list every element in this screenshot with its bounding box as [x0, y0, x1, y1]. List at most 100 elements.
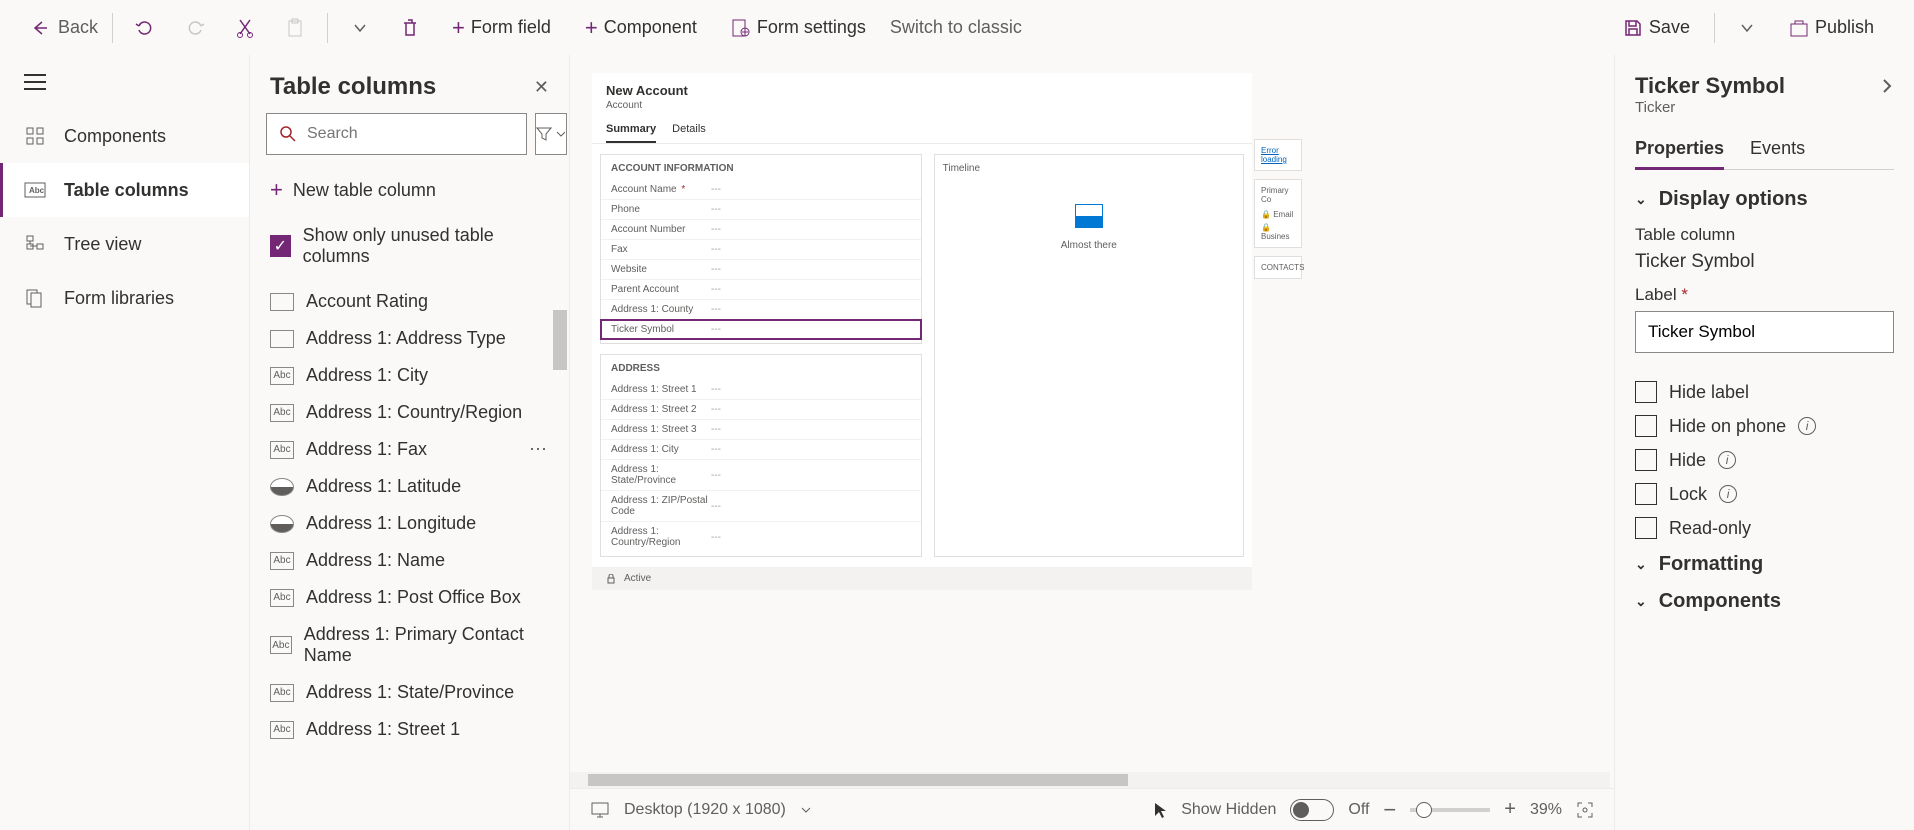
show-hidden-toggle[interactable] — [1290, 799, 1334, 821]
form-preview[interactable]: New Account Account Summary Details ACCO… — [592, 73, 1252, 590]
label-input[interactable] — [1635, 311, 1894, 353]
display-options-header[interactable]: ⌄ Display options — [1635, 188, 1894, 211]
zoom-in-button[interactable]: + — [1504, 798, 1516, 821]
undo-button[interactable] — [127, 10, 163, 46]
nav-components[interactable]: Components — [0, 109, 249, 163]
tab-properties[interactable]: Properties — [1635, 130, 1724, 170]
form-field[interactable]: Address 1: County--- — [601, 300, 921, 320]
zoom-out-button[interactable]: − — [1383, 797, 1396, 823]
info-icon[interactable]: i — [1718, 451, 1736, 469]
chevron-down-icon — [1740, 21, 1754, 35]
column-item[interactable]: AbcAddress 1: Street 1 — [250, 711, 569, 748]
info-icon[interactable]: i — [1798, 417, 1816, 435]
show-unused-checkbox-row[interactable]: ✓ Show only unused table columns — [250, 213, 569, 283]
field-value: --- — [711, 244, 721, 255]
delete-button[interactable] — [392, 10, 428, 46]
lock-row[interactable]: Lock i — [1635, 483, 1894, 505]
form-field[interactable]: Address 1: Street 2--- — [601, 400, 921, 420]
nav-form-libraries[interactable]: Form libraries — [0, 271, 249, 325]
hide-row[interactable]: Hide i — [1635, 449, 1894, 471]
new-table-column-button[interactable]: + New table column — [250, 167, 569, 213]
close-panel-button[interactable]: ✕ — [534, 77, 549, 98]
formatting-header[interactable]: ⌄ Formatting — [1635, 553, 1894, 576]
column-item[interactable]: AbcAddress 1: Post Office Box — [250, 579, 569, 616]
form-title: New Account — [592, 73, 1252, 100]
form-field[interactable]: Ticker Symbol--- — [601, 320, 921, 339]
hide-label-row[interactable]: Hide label — [1635, 381, 1894, 403]
form-field[interactable]: Address 1: Street 1--- — [601, 380, 921, 400]
column-item[interactable]: Address 1: Latitude — [250, 468, 569, 505]
save-chevron-button[interactable] — [1729, 10, 1765, 46]
form-field[interactable]: Fax--- — [601, 240, 921, 260]
search-input[interactable] — [307, 125, 514, 143]
status-label: Active — [624, 573, 651, 584]
back-button[interactable]: Back — [30, 17, 98, 38]
form-field[interactable]: Address 1: Street 3--- — [601, 420, 921, 440]
form-field[interactable]: Phone--- — [601, 200, 921, 220]
chevron-down-icon[interactable] — [800, 804, 812, 816]
info-icon[interactable]: i — [1719, 485, 1737, 503]
section-address[interactable]: ADDRESS Address 1: Street 1---Address 1:… — [600, 354, 922, 557]
hide-phone-row[interactable]: Hide on phone i — [1635, 415, 1894, 437]
column-item[interactable]: AbcAddress 1: Country/Region — [250, 394, 569, 431]
search-input-wrapper[interactable] — [266, 113, 527, 155]
nav-table-columns[interactable]: Abc Table columns — [0, 163, 249, 217]
scrollbar-thumb[interactable] — [553, 310, 567, 370]
column-item[interactable]: Account Rating — [250, 283, 569, 320]
form-field[interactable]: Address 1: Country/Region--- — [601, 522, 921, 552]
viewport-label[interactable]: Desktop (1920 x 1080) — [624, 801, 786, 819]
tab-summary[interactable]: Summary — [606, 117, 656, 143]
add-component-button[interactable]: + Component — [575, 15, 707, 41]
column-item[interactable]: AbcAddress 1: Primary Contact Name — [250, 616, 569, 674]
form-field[interactable]: Address 1: City--- — [601, 440, 921, 460]
save-button[interactable]: Save — [1613, 17, 1700, 38]
scrollbar-thumb[interactable] — [588, 774, 1128, 786]
switch-to-classic-link[interactable]: Switch to classic — [890, 17, 1022, 38]
readonly-row[interactable]: Read-only — [1635, 517, 1894, 539]
form-field[interactable]: Address 1: ZIP/Postal Code--- — [601, 491, 921, 522]
hamburger-button[interactable] — [0, 55, 249, 109]
add-form-field-button[interactable]: + Form field — [442, 15, 561, 41]
hide-label-checkbox[interactable] — [1635, 381, 1657, 403]
cut-button[interactable] — [227, 10, 263, 46]
contacts-card[interactable]: CONTACTS — [1254, 256, 1302, 279]
chevron-down-button[interactable] — [342, 10, 378, 46]
hide-checkbox[interactable] — [1635, 449, 1657, 471]
more-icon[interactable]: ⋯ — [529, 439, 549, 460]
hide-phone-checkbox[interactable] — [1635, 415, 1657, 437]
column-item[interactable]: Address 1: Address Type — [250, 320, 569, 357]
readonly-checkbox[interactable] — [1635, 517, 1657, 539]
column-item[interactable]: AbcAddress 1: City — [250, 357, 569, 394]
plus-icon: + — [270, 177, 283, 203]
chevron-right-icon[interactable] — [1880, 76, 1894, 96]
fit-icon[interactable] — [1576, 801, 1594, 819]
horizontal-scrollbar[interactable] — [570, 772, 1610, 788]
section-account-information[interactable]: ACCOUNT INFORMATION Account Name *---Pho… — [600, 154, 922, 344]
form-field[interactable]: Website--- — [601, 260, 921, 280]
column-item[interactable]: AbcAddress 1: State/Province — [250, 674, 569, 711]
timeline-section[interactable]: Timeline Almost there — [934, 154, 1244, 557]
lock-checkbox[interactable] — [1635, 483, 1657, 505]
field-value: --- — [711, 501, 721, 512]
form-field[interactable]: Address 1: State/Province--- — [601, 460, 921, 491]
redo-button[interactable] — [177, 10, 213, 46]
error-card[interactable]: Error loading — [1254, 139, 1302, 171]
form-field[interactable]: Parent Account--- — [601, 280, 921, 300]
form-field[interactable]: Account Name *--- — [601, 180, 921, 200]
column-item[interactable]: Address 1: Longitude — [250, 505, 569, 542]
form-settings-button[interactable]: Form settings — [721, 17, 876, 38]
components-header[interactable]: ⌄ Components — [1635, 590, 1894, 613]
show-unused-checkbox[interactable]: ✓ — [270, 235, 291, 257]
tab-events[interactable]: Events — [1750, 130, 1805, 169]
column-item[interactable]: AbcAddress 1: Fax⋯ — [250, 431, 569, 468]
column-item[interactable]: AbcAddress 1: Name — [250, 542, 569, 579]
field-value: --- — [711, 404, 721, 415]
paste-button[interactable] — [277, 10, 313, 46]
filter-button[interactable] — [535, 113, 567, 155]
zoom-slider[interactable] — [1410, 808, 1490, 812]
primary-contact-card[interactable]: Primary Co 🔒 Email 🔒 Busines — [1254, 179, 1302, 248]
tab-details[interactable]: Details — [672, 117, 706, 143]
form-field[interactable]: Account Number--- — [601, 220, 921, 240]
publish-button[interactable]: Publish — [1779, 17, 1884, 38]
nav-tree-view[interactable]: Tree view — [0, 217, 249, 271]
